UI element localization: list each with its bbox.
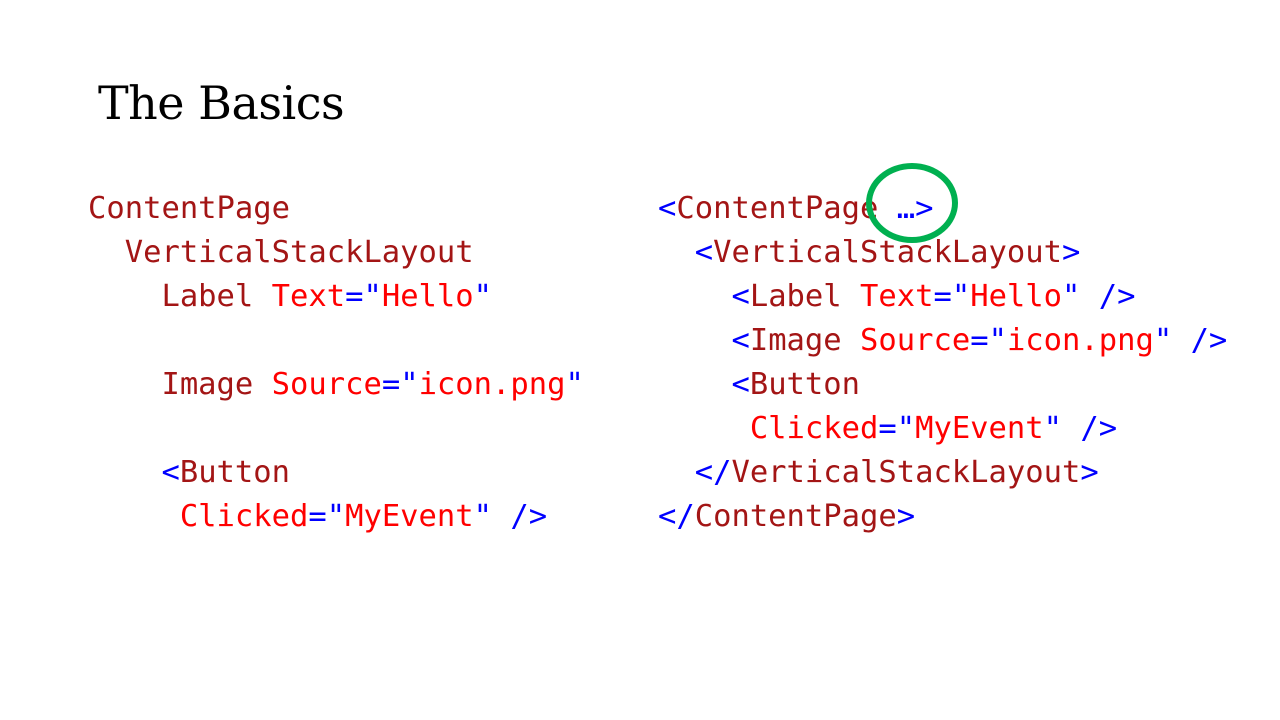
element-name-token: Label xyxy=(88,279,272,314)
punctuation-token: </ xyxy=(658,499,695,534)
punctuation-token: < xyxy=(658,235,714,270)
punctuation-token: =" xyxy=(308,499,346,534)
element-name-token: Image xyxy=(749,323,861,358)
element-name-token: VerticalStackLayout xyxy=(731,455,1081,490)
code-line: </ContentPage> xyxy=(658,495,1227,539)
punctuation-token: =" xyxy=(933,279,971,314)
code-line: <Button xyxy=(658,363,1227,407)
element-name-token: ContentPage xyxy=(676,191,879,226)
attribute-token: Clicked xyxy=(88,499,309,534)
code-line: ContentPage xyxy=(88,187,584,231)
punctuation-token: =" xyxy=(381,367,419,402)
element-name-token: Button xyxy=(179,455,291,490)
punctuation-token: " /> xyxy=(473,499,548,534)
attribute-token: Text xyxy=(271,279,346,314)
punctuation-token: " /> xyxy=(1153,323,1228,358)
punctuation-token: =" xyxy=(878,411,916,446)
element-name-token: VerticalStackLayout xyxy=(88,235,474,270)
element-name-token: ContentPage xyxy=(694,499,897,534)
punctuation-token: " /> xyxy=(1043,411,1118,446)
punctuation-token: < xyxy=(658,191,677,226)
punctuation-token: =" xyxy=(345,279,382,314)
code-line: <VerticalStackLayout> xyxy=(658,231,1227,275)
attribute-token: icon.png xyxy=(1006,323,1154,358)
attribute-token: Hello xyxy=(970,279,1063,314)
highlight-circle xyxy=(866,163,958,243)
punctuation-token: > xyxy=(896,499,916,534)
code-line: Clicked="MyEvent" /> xyxy=(88,495,584,539)
attribute-token: Source xyxy=(271,367,382,402)
punctuation-token: > xyxy=(1080,455,1099,490)
code-line: Label Text="Hello" xyxy=(88,275,584,319)
code-line: Image Source="icon.png" xyxy=(88,363,584,407)
punctuation-token: =" xyxy=(970,323,1007,358)
punctuation-token: < xyxy=(658,279,750,314)
code-line: <Button xyxy=(88,451,584,495)
markup-code-block: ContentPage VerticalStackLayout Label Te… xyxy=(88,187,584,539)
xaml-code-block: <ContentPage …> <VerticalStackLayout> <L… xyxy=(658,187,1227,539)
attribute-token: Clicked xyxy=(658,411,879,446)
attribute-token: icon.png xyxy=(418,367,566,402)
punctuation-token: </ xyxy=(658,455,732,490)
punctuation-token: < xyxy=(88,455,180,490)
element-name-token: VerticalStackLayout xyxy=(713,235,1062,270)
attribute-token: MyEvent xyxy=(345,499,474,534)
code-line: </VerticalStackLayout> xyxy=(658,451,1227,495)
punctuation-token: < xyxy=(658,367,750,402)
code-line: VerticalStackLayout xyxy=(88,231,584,275)
code-line: <Image Source="icon.png" /> xyxy=(658,319,1227,363)
element-name-token: ContentPage xyxy=(88,191,290,226)
attribute-token: Text xyxy=(860,279,934,314)
attribute-token: MyEvent xyxy=(915,411,1044,446)
attribute-token: Source xyxy=(860,323,971,358)
punctuation-token: " /> xyxy=(1062,279,1136,314)
code-line: Clicked="MyEvent" /> xyxy=(658,407,1227,451)
code-line: <Label Text="Hello" /> xyxy=(658,275,1227,319)
element-name-token: Label xyxy=(749,279,861,314)
element-name-token: Image xyxy=(88,367,272,402)
punctuation-token: > xyxy=(1061,235,1081,270)
attribute-token: Hello xyxy=(381,279,474,314)
punctuation-token: " xyxy=(473,279,493,314)
punctuation-token: " xyxy=(565,367,584,402)
punctuation-token: < xyxy=(658,323,750,358)
slide-title: The Basics xyxy=(98,76,345,130)
element-name-token: Button xyxy=(749,367,861,402)
